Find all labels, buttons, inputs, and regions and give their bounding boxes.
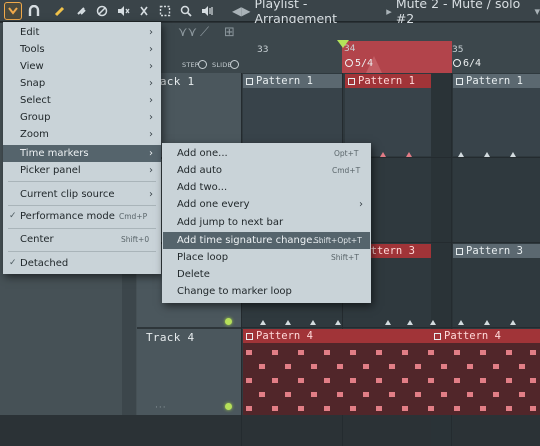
time-signature-marker[interactable]: 5/4 — [345, 58, 373, 69]
slide-label: SLIDE — [212, 61, 232, 69]
note-tick — [458, 320, 464, 325]
paint-icon[interactable] — [72, 2, 90, 20]
menu-item-view[interactable]: View › — [3, 58, 161, 75]
clock-icon — [345, 59, 353, 67]
menu-item-select[interactable]: Select › — [3, 92, 161, 109]
note-tick — [285, 320, 291, 325]
track-separator — [137, 327, 241, 329]
track-led-icon[interactable] — [225, 403, 232, 410]
waveform-icon: ⋎⋎ — [178, 25, 198, 40]
playlist-toolbar: ◀▶ Playlist - Arrangement ▸ Mute 2 - Mut… — [0, 0, 540, 26]
chevron-right-icon: › — [359, 199, 363, 210]
note-tick — [510, 152, 516, 157]
step-toggle[interactable] — [198, 60, 207, 69]
time-signature-marker[interactable]: 6/4 — [453, 58, 481, 69]
chevron-right-icon: › — [149, 78, 153, 89]
clip-body — [453, 88, 540, 156]
menu-item-tools[interactable]: Tools › — [3, 41, 161, 58]
menu-separator — [8, 181, 156, 182]
magnet-icon[interactable] — [25, 2, 43, 20]
note-tick — [458, 152, 464, 157]
playhead-marker-icon[interactable] — [337, 40, 349, 48]
menu-item-add-one-every[interactable]: Add one every › — [162, 196, 371, 213]
menu-separator — [8, 228, 156, 229]
bar-number: 35 — [452, 45, 464, 55]
menu-item-add-time-signature-change[interactable]: Add time signature change... Shift+Opt+T — [163, 232, 370, 249]
chevron-right-icon: › — [149, 148, 153, 159]
menu-item-add-one[interactable]: Add one... Opt+T — [162, 145, 371, 162]
menu-item-current-clip-source[interactable]: Current clip source › — [3, 186, 161, 203]
note-tick — [407, 320, 413, 325]
chevron-right-icon: › — [149, 95, 153, 106]
menu-separator — [8, 205, 156, 206]
bar-number: 33 — [257, 45, 269, 55]
chevron-down-icon[interactable]: ▾ — [534, 5, 540, 18]
menu-item-time-markers[interactable]: Time markers › — [3, 145, 161, 162]
time-markers-submenu: Add one... Opt+T Add auto Cmd+T Add two...… — [162, 143, 371, 303]
menu-item-zoom[interactable]: Zoom › — [3, 126, 161, 143]
delete-icon[interactable] — [93, 2, 111, 20]
note-tick — [310, 320, 316, 325]
chevron-right-icon: › — [149, 129, 153, 140]
menu-item-snap[interactable]: Snap › — [3, 75, 161, 92]
chevron-right-icon[interactable]: ▸ — [386, 5, 392, 18]
menu-item-group[interactable]: Group › — [3, 109, 161, 126]
select-icon[interactable] — [156, 2, 174, 20]
note-tick — [260, 320, 266, 325]
step-label: STEP — [182, 61, 199, 69]
clip-body — [243, 343, 540, 415]
chevron-right-icon: › — [149, 189, 153, 200]
track-name-4[interactable]: Track 4 — [146, 331, 194, 344]
pattern-clip[interactable]: Pattern 4 — [243, 329, 431, 343]
grip-dots-icon[interactable]: ··· — [155, 403, 167, 413]
note-tick — [510, 320, 516, 325]
note-tick — [406, 152, 412, 157]
chevron-right-icon: › — [149, 44, 153, 55]
menu-item-change-to-marker-loop[interactable]: Change to marker loop — [162, 283, 371, 300]
mute-icon[interactable] — [114, 2, 132, 20]
piano-icon: ⊞ — [224, 25, 235, 40]
pattern-clip[interactable]: Pattern 4 — [431, 329, 540, 343]
note-tick — [484, 320, 490, 325]
menu-item-picker-panel[interactable]: Picker panel › — [3, 162, 161, 179]
pattern-link-icon: ⟋ — [200, 25, 210, 40]
track-led-icon[interactable] — [225, 318, 232, 325]
chevron-right-icon: › — [149, 165, 153, 176]
playlist-options-menu: Edit › Tools › View › Snap › Select › Group › … — [3, 22, 161, 274]
pattern-clip[interactable]: Pattern 1 — [453, 74, 540, 88]
menu-arrow-icon[interactable] — [4, 1, 22, 20]
slide-toggle[interactable] — [230, 60, 239, 69]
pattern-clip[interactable]: Pattern 3 — [453, 244, 540, 258]
playlist-title-bar: ◀▶ Playlist - Arrangement ▸ Mute 2 - Mut… — [232, 0, 540, 26]
menu-item-place-loop[interactable]: Place loop Shift+T — [162, 249, 371, 266]
arrow-left-right-icon[interactable]: ◀▶ — [232, 4, 250, 18]
clock-icon — [453, 59, 461, 67]
chevron-right-icon: › — [149, 61, 153, 72]
note-tick — [430, 320, 436, 325]
checkmark-icon: ✓ — [9, 211, 17, 221]
note-tick — [484, 152, 490, 157]
pencil-icon[interactable] — [51, 2, 69, 20]
pattern-clip[interactable]: Pattern 1 — [243, 74, 342, 88]
chevron-right-icon: › — [149, 27, 153, 38]
menu-item-add-auto[interactable]: Add auto Cmd+T — [162, 162, 371, 179]
pattern-clip[interactable]: Pattern 1 — [345, 74, 431, 88]
note-tick — [380, 152, 386, 157]
menu-separator — [8, 251, 156, 252]
note-tick — [385, 320, 391, 325]
menu-item-delete[interactable]: Delete — [162, 266, 371, 283]
menu-item-center[interactable]: Center Shift+0 — [3, 231, 161, 248]
checkmark-icon: ✓ — [9, 258, 17, 268]
menu-item-performance-mode[interactable]: ✓ Performance mode Cmd+P — [3, 208, 161, 225]
menu-item-edit[interactable]: Edit › — [3, 24, 161, 41]
slice-icon[interactable] — [135, 2, 153, 20]
menu-item-add-jump-next-bar[interactable]: Add jump to next bar — [162, 214, 371, 231]
playback-icon[interactable] — [198, 2, 216, 20]
note-tick — [335, 320, 341, 325]
menu-item-detached[interactable]: ✓ Detached — [3, 255, 161, 272]
chevron-right-icon: › — [149, 112, 153, 123]
menu-item-add-two[interactable]: Add two... — [162, 179, 371, 196]
zoom-icon[interactable] — [177, 2, 195, 20]
